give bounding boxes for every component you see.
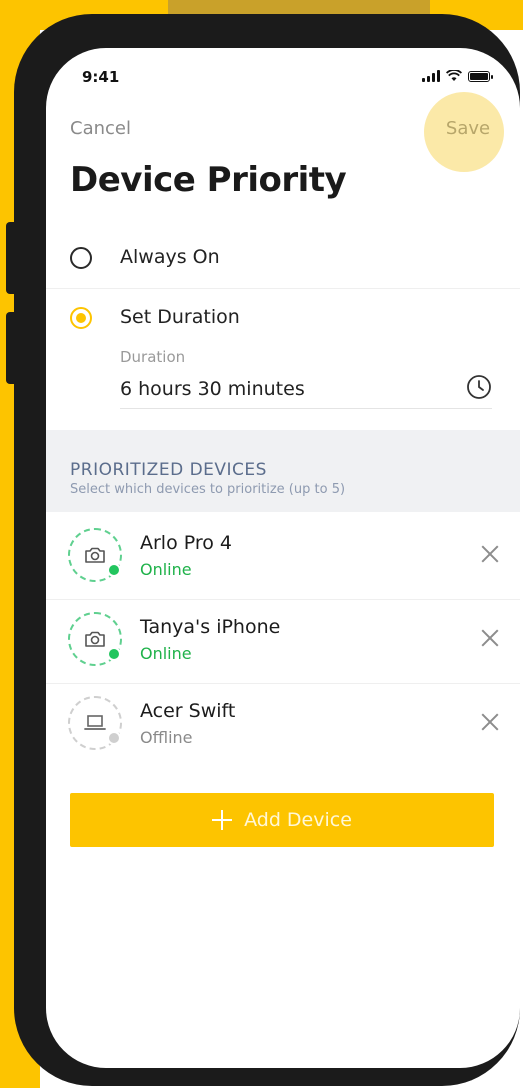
device-avatar bbox=[68, 696, 122, 750]
section-subtitle: Select which devices to prioritize (up t… bbox=[70, 482, 346, 497]
online-indicator bbox=[107, 647, 121, 661]
device-name: Tanya's iPhone bbox=[140, 616, 281, 638]
battery-icon bbox=[468, 70, 493, 82]
option-set-duration[interactable]: Set Duration bbox=[46, 288, 520, 348]
status-icons bbox=[422, 70, 493, 82]
device-name: Arlo Pro 4 bbox=[140, 532, 233, 554]
option-set-duration-label: Set Duration bbox=[120, 306, 240, 328]
device-name: Acer Swift bbox=[140, 700, 236, 722]
add-device-label: Add Device bbox=[244, 809, 352, 831]
save-button[interactable]: Save bbox=[438, 118, 498, 139]
remove-device-close-icon[interactable] bbox=[478, 542, 502, 566]
option-always-on-label: Always On bbox=[120, 246, 220, 268]
clock-icon[interactable] bbox=[466, 374, 492, 400]
status-time: 9:41 bbox=[82, 68, 120, 86]
online-indicator bbox=[107, 563, 121, 577]
cellular-signal-icon bbox=[422, 70, 440, 82]
laptop-icon bbox=[84, 715, 106, 730]
device-status: Online bbox=[140, 560, 192, 579]
phone-screen: 9:41 Cancel Save Device Priority Always … bbox=[46, 48, 520, 1068]
radio-set-duration[interactable] bbox=[70, 307, 92, 329]
duration-field[interactable]: 6 hours 30 minutes bbox=[120, 378, 305, 400]
wifi-icon bbox=[446, 70, 462, 81]
prioritized-devices-header: PRIORITIZED DEVICES Select which devices… bbox=[46, 430, 520, 512]
duration-underline bbox=[120, 408, 492, 409]
remove-device-close-icon[interactable] bbox=[478, 710, 502, 734]
device-avatar bbox=[68, 612, 122, 666]
device-status: Offline bbox=[140, 728, 193, 747]
plus-icon bbox=[212, 810, 233, 830]
phone-frame: 9:41 Cancel Save Device Priority Always … bbox=[14, 14, 520, 1086]
device-avatar bbox=[68, 528, 122, 582]
radio-always-on[interactable] bbox=[70, 247, 92, 269]
device-row[interactable]: Acer Swift Offline bbox=[46, 684, 520, 768]
remove-device-close-icon[interactable] bbox=[478, 626, 502, 650]
duration-label: Duration bbox=[120, 348, 186, 366]
device-row[interactable]: Tanya's iPhone Online bbox=[46, 600, 520, 684]
camera-icon bbox=[85, 547, 105, 563]
device-row[interactable]: Arlo Pro 4 Online bbox=[46, 516, 520, 600]
offline-indicator bbox=[107, 731, 121, 745]
option-always-on[interactable]: Always On bbox=[46, 228, 520, 288]
camera-icon bbox=[85, 631, 105, 647]
cancel-button[interactable]: Cancel bbox=[70, 118, 131, 139]
add-device-button[interactable]: Add Device bbox=[70, 793, 494, 847]
device-status: Online bbox=[140, 644, 192, 663]
section-title: PRIORITIZED DEVICES bbox=[70, 460, 267, 480]
page-title: Device Priority bbox=[70, 160, 347, 200]
